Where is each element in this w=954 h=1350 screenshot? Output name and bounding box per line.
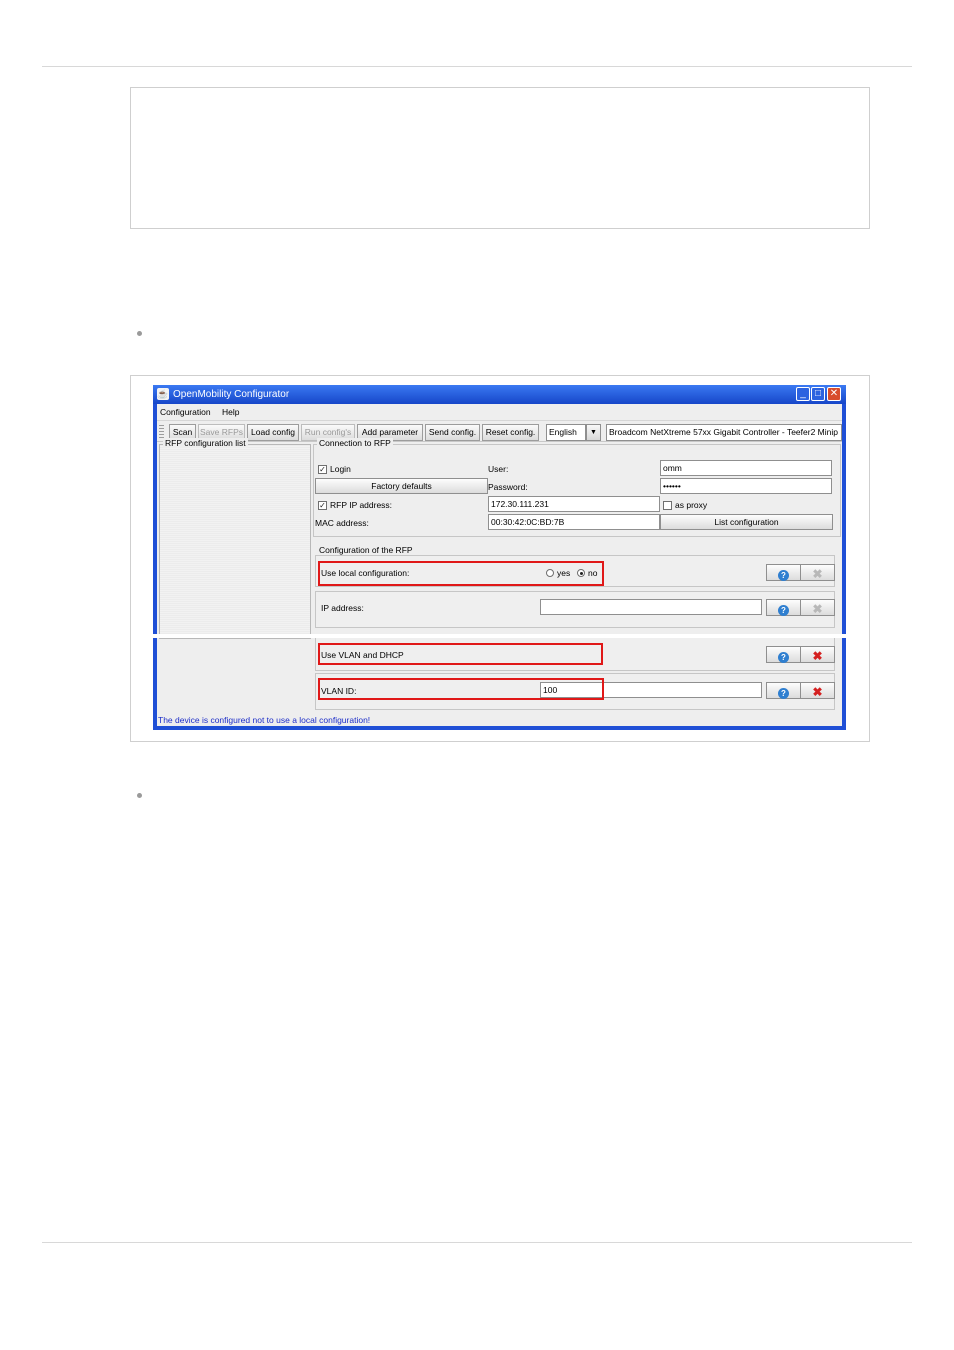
java-app-icon: ☕ <box>157 388 169 400</box>
menu-bar: Configuration Help <box>157 404 842 420</box>
close-button[interactable]: ✕ <box>827 387 841 401</box>
mac-address-label: MAC address: <box>315 518 369 528</box>
network-adapter-select[interactable]: Broadcom NetXtreme 57xx Gigabit Controll… <box>606 424 842 441</box>
ip-address-field[interactable] <box>540 599 762 615</box>
send-config-button[interactable]: Send config. <box>425 424 480 441</box>
help-icon: ? <box>778 605 789 616</box>
delete-icon: ✖ <box>812 567 823 581</box>
empty-content-box <box>130 87 870 229</box>
rfp-ip-label: RFP IP address: <box>330 500 393 510</box>
highlight-vlan-dhcp <box>318 643 603 665</box>
password-field[interactable]: •••••• <box>660 478 832 494</box>
maximize-button[interactable]: □ <box>811 387 825 401</box>
help-icon: ? <box>778 652 789 663</box>
login-checkbox[interactable]: ✓ <box>318 465 327 474</box>
delete-icon: ✖ <box>812 685 823 699</box>
bullet-point <box>137 331 142 336</box>
status-message: The device is configured not to use a lo… <box>158 715 371 725</box>
list-configuration-button[interactable]: List configuration <box>660 514 833 530</box>
rfp-settings-panel: Connection to RFP ✓ Login User: omm Fact… <box>313 438 841 726</box>
rfp-ip-checkbox[interactable]: ✓ <box>318 501 327 510</box>
login-label: Login <box>330 464 351 474</box>
bottom-rule <box>42 1242 912 1243</box>
delete-icon: ✖ <box>812 602 823 616</box>
rfp-ip-field[interactable]: 172.30.111.231 <box>488 496 660 512</box>
delete-icon: ✖ <box>812 649 823 663</box>
config-group-label: Configuration of the RFP <box>317 545 415 555</box>
load-config-button[interactable]: Load config <box>247 424 299 441</box>
factory-defaults-button[interactable]: Factory defaults <box>315 478 488 494</box>
toolbar: Scan Save RFPs Load config Run config's … <box>157 420 842 442</box>
language-select[interactable]: English <box>546 424 586 441</box>
as-proxy-label: as proxy <box>675 500 708 510</box>
help-button[interactable]: ? <box>766 564 801 581</box>
help-button[interactable]: ? <box>766 682 801 699</box>
language-dropdown-icon[interactable]: ▼ <box>586 424 601 441</box>
delete-button-disabled[interactable]: ✖ <box>800 564 835 581</box>
password-label: Password: <box>488 482 528 492</box>
title-bar: ☕ OpenMobility Configurator _ □ ✕ <box>153 385 846 404</box>
screenshot-cut-band <box>153 634 846 638</box>
highlight-use-local <box>318 561 604 586</box>
delete-button[interactable]: ✖ <box>800 682 835 699</box>
window-client: Configuration Help Scan Save RFPs Load c… <box>157 404 842 726</box>
delete-button-disabled[interactable]: ✖ <box>800 599 835 616</box>
connection-label: Connection to RFP <box>317 438 393 448</box>
user-label: User: <box>488 464 509 474</box>
highlight-vlan-id <box>318 678 604 700</box>
help-icon: ? <box>778 688 789 699</box>
minimize-button[interactable]: _ <box>796 387 810 401</box>
mac-address-field[interactable]: 00:30:42:0C:BD:7B <box>488 514 660 530</box>
rfp-list-panel[interactable] <box>159 444 311 639</box>
menu-help[interactable]: Help <box>222 407 239 417</box>
as-proxy-checkbox[interactable] <box>663 501 672 510</box>
menu-configuration[interactable]: Configuration <box>160 407 211 417</box>
bullet-point <box>137 793 142 798</box>
help-icon: ? <box>778 570 789 581</box>
top-rule <box>42 66 912 67</box>
app-window: ☕ OpenMobility Configurator _ □ ✕ Config… <box>153 385 846 730</box>
window-title: OpenMobility Configurator <box>173 389 290 400</box>
toolbar-grip-icon[interactable] <box>159 425 164 439</box>
user-field[interactable]: omm <box>660 460 832 476</box>
help-button[interactable]: ? <box>766 646 801 663</box>
reset-config-button[interactable]: Reset config. <box>482 424 539 441</box>
ip-address-label: IP address: <box>321 603 364 613</box>
delete-button[interactable]: ✖ <box>800 646 835 663</box>
rfp-list-label: RFP configuration list <box>163 438 248 448</box>
help-button[interactable]: ? <box>766 599 801 616</box>
